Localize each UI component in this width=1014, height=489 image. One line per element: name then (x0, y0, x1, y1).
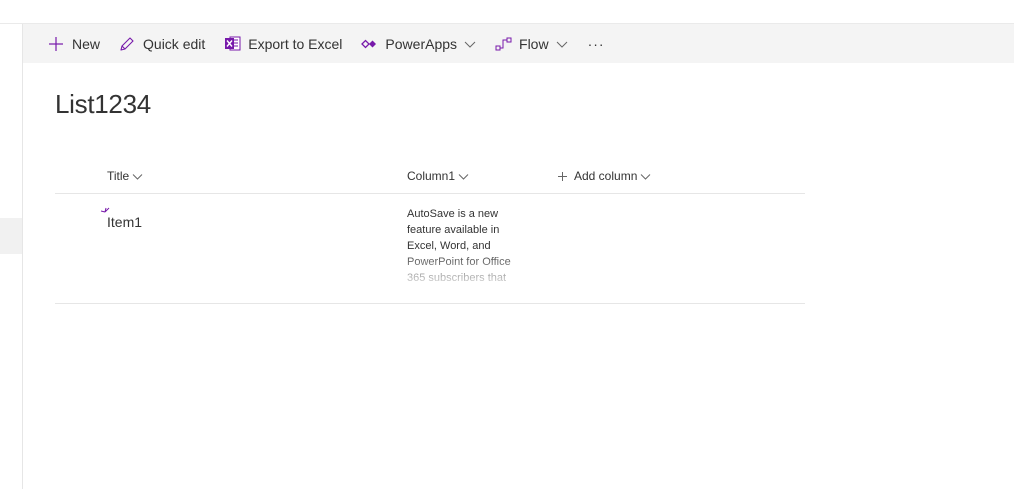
column-header-title-label: Title (107, 169, 130, 183)
new-item-icon (100, 204, 110, 214)
new-button[interactable]: New (47, 24, 100, 63)
plus-icon (47, 35, 65, 53)
column-header-title[interactable]: Title (107, 169, 143, 183)
export-to-excel-label: Export to Excel (248, 35, 343, 52)
quick-edit-label: Quick edit (143, 35, 206, 52)
excel-icon (223, 35, 241, 53)
list-grid: Title Column1 Add column Item1 AutoSave … (55, 160, 805, 304)
add-column-button[interactable]: Add column (557, 169, 651, 183)
chevron-down-icon (132, 171, 143, 182)
plus-icon (557, 171, 568, 182)
chevron-down-icon (464, 38, 476, 50)
ellipsis-icon: ··· (587, 35, 605, 52)
quick-edit-button[interactable]: Quick edit (118, 24, 205, 63)
more-options-button[interactable]: ··· (588, 24, 605, 63)
chevron-down-icon (458, 171, 469, 182)
column-header-column1-label: Column1 (407, 169, 456, 183)
left-navigation-rail (0, 24, 23, 489)
left-rail-selected-item[interactable] (0, 218, 22, 254)
new-button-label: New (72, 35, 101, 52)
powerapps-menu[interactable]: PowerApps (360, 24, 476, 63)
flow-menu[interactable]: Flow (494, 24, 568, 63)
column-header-column1[interactable]: Column1 (407, 169, 469, 183)
flow-label: Flow (519, 35, 549, 52)
chevron-down-icon (640, 171, 651, 182)
item-title-link[interactable]: Item1 (107, 214, 142, 230)
powerapps-icon (360, 35, 378, 53)
pencil-icon (118, 35, 136, 53)
command-bar: New Quick edit Export to Excel PowerApps… (23, 24, 1014, 63)
table-row[interactable]: Item1 AutoSave is a new feature availabl… (55, 194, 805, 304)
suite-header (0, 0, 1014, 24)
grid-header: Title Column1 Add column (55, 160, 805, 194)
list-title: List1234 (55, 89, 151, 119)
add-column-label: Add column (574, 169, 638, 183)
chevron-down-icon (556, 38, 568, 50)
sharepoint-list-page: New Quick edit Export to Excel PowerApps… (0, 0, 1014, 489)
export-to-excel-button[interactable]: Export to Excel (223, 24, 342, 63)
powerapps-label: PowerApps (385, 35, 458, 52)
column1-cell: AutoSave is a new feature available in E… (407, 208, 511, 284)
flow-icon (494, 35, 512, 53)
